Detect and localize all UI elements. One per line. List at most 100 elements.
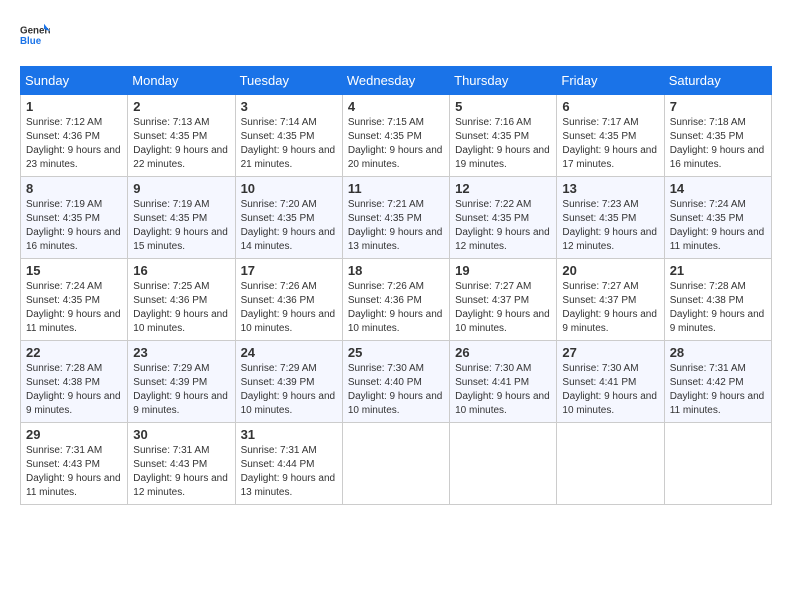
day-number: 26 [455, 345, 551, 360]
day-number: 2 [133, 99, 229, 114]
calendar-day-cell: 14 Sunrise: 7:24 AM Sunset: 4:35 PM Dayl… [664, 177, 771, 259]
weekday-header-wednesday: Wednesday [342, 67, 449, 95]
day-number: 23 [133, 345, 229, 360]
calendar-day-cell: 1 Sunrise: 7:12 AM Sunset: 4:36 PM Dayli… [21, 95, 128, 177]
day-info: Sunrise: 7:18 AM Sunset: 4:35 PM Dayligh… [670, 116, 766, 172]
calendar-day-cell: 12 Sunrise: 7:22 AM Sunset: 4:35 PM Dayl… [450, 177, 557, 259]
day-info: Sunrise: 7:27 AM Sunset: 4:37 PM Dayligh… [562, 280, 658, 336]
calendar-day-cell [664, 423, 771, 505]
day-info: Sunrise: 7:24 AM Sunset: 4:35 PM Dayligh… [26, 280, 122, 336]
day-info: Sunrise: 7:19 AM Sunset: 4:35 PM Dayligh… [133, 198, 229, 254]
weekday-header-row: SundayMondayTuesdayWednesdayThursdayFrid… [21, 67, 772, 95]
calendar-day-cell: 22 Sunrise: 7:28 AM Sunset: 4:38 PM Dayl… [21, 341, 128, 423]
day-info: Sunrise: 7:23 AM Sunset: 4:35 PM Dayligh… [562, 198, 658, 254]
calendar-day-cell: 2 Sunrise: 7:13 AM Sunset: 4:35 PM Dayli… [128, 95, 235, 177]
day-number: 19 [455, 263, 551, 278]
logo: General Blue [20, 20, 54, 50]
weekday-header-saturday: Saturday [664, 67, 771, 95]
day-info: Sunrise: 7:30 AM Sunset: 4:41 PM Dayligh… [562, 362, 658, 418]
calendar-day-cell: 20 Sunrise: 7:27 AM Sunset: 4:37 PM Dayl… [557, 259, 664, 341]
day-number: 12 [455, 181, 551, 196]
day-info: Sunrise: 7:28 AM Sunset: 4:38 PM Dayligh… [26, 362, 122, 418]
day-info: Sunrise: 7:31 AM Sunset: 4:43 PM Dayligh… [133, 444, 229, 500]
day-number: 28 [670, 345, 766, 360]
day-number: 18 [348, 263, 444, 278]
day-number: 8 [26, 181, 122, 196]
calendar-day-cell: 13 Sunrise: 7:23 AM Sunset: 4:35 PM Dayl… [557, 177, 664, 259]
day-info: Sunrise: 7:26 AM Sunset: 4:36 PM Dayligh… [348, 280, 444, 336]
calendar-day-cell: 8 Sunrise: 7:19 AM Sunset: 4:35 PM Dayli… [21, 177, 128, 259]
calendar-week-row: 15 Sunrise: 7:24 AM Sunset: 4:35 PM Dayl… [21, 259, 772, 341]
weekday-header-monday: Monday [128, 67, 235, 95]
calendar-day-cell [450, 423, 557, 505]
calendar-day-cell: 18 Sunrise: 7:26 AM Sunset: 4:36 PM Dayl… [342, 259, 449, 341]
calendar-day-cell [557, 423, 664, 505]
day-number: 5 [455, 99, 551, 114]
calendar-day-cell: 11 Sunrise: 7:21 AM Sunset: 4:35 PM Dayl… [342, 177, 449, 259]
day-info: Sunrise: 7:24 AM Sunset: 4:35 PM Dayligh… [670, 198, 766, 254]
day-number: 11 [348, 181, 444, 196]
day-number: 9 [133, 181, 229, 196]
day-info: Sunrise: 7:31 AM Sunset: 4:42 PM Dayligh… [670, 362, 766, 418]
day-number: 25 [348, 345, 444, 360]
weekday-header-tuesday: Tuesday [235, 67, 342, 95]
day-info: Sunrise: 7:29 AM Sunset: 4:39 PM Dayligh… [241, 362, 337, 418]
day-info: Sunrise: 7:31 AM Sunset: 4:43 PM Dayligh… [26, 444, 122, 500]
day-number: 4 [348, 99, 444, 114]
calendar-day-cell: 25 Sunrise: 7:30 AM Sunset: 4:40 PM Dayl… [342, 341, 449, 423]
weekday-header-sunday: Sunday [21, 67, 128, 95]
svg-text:Blue: Blue [20, 36, 42, 47]
logo-icon: General Blue [20, 20, 50, 50]
day-number: 10 [241, 181, 337, 196]
calendar-day-cell: 15 Sunrise: 7:24 AM Sunset: 4:35 PM Dayl… [21, 259, 128, 341]
day-info: Sunrise: 7:13 AM Sunset: 4:35 PM Dayligh… [133, 116, 229, 172]
calendar-day-cell [342, 423, 449, 505]
calendar-day-cell: 6 Sunrise: 7:17 AM Sunset: 4:35 PM Dayli… [557, 95, 664, 177]
day-info: Sunrise: 7:22 AM Sunset: 4:35 PM Dayligh… [455, 198, 551, 254]
day-number: 6 [562, 99, 658, 114]
calendar-day-cell: 29 Sunrise: 7:31 AM Sunset: 4:43 PM Dayl… [21, 423, 128, 505]
day-info: Sunrise: 7:14 AM Sunset: 4:35 PM Dayligh… [241, 116, 337, 172]
day-number: 15 [26, 263, 122, 278]
calendar-week-row: 1 Sunrise: 7:12 AM Sunset: 4:36 PM Dayli… [21, 95, 772, 177]
calendar-day-cell: 17 Sunrise: 7:26 AM Sunset: 4:36 PM Dayl… [235, 259, 342, 341]
day-info: Sunrise: 7:26 AM Sunset: 4:36 PM Dayligh… [241, 280, 337, 336]
calendar-week-row: 29 Sunrise: 7:31 AM Sunset: 4:43 PM Dayl… [21, 423, 772, 505]
day-info: Sunrise: 7:25 AM Sunset: 4:36 PM Dayligh… [133, 280, 229, 336]
calendar-day-cell: 3 Sunrise: 7:14 AM Sunset: 4:35 PM Dayli… [235, 95, 342, 177]
day-info: Sunrise: 7:30 AM Sunset: 4:40 PM Dayligh… [348, 362, 444, 418]
day-info: Sunrise: 7:15 AM Sunset: 4:35 PM Dayligh… [348, 116, 444, 172]
calendar-day-cell: 10 Sunrise: 7:20 AM Sunset: 4:35 PM Dayl… [235, 177, 342, 259]
day-number: 7 [670, 99, 766, 114]
day-info: Sunrise: 7:30 AM Sunset: 4:41 PM Dayligh… [455, 362, 551, 418]
day-info: Sunrise: 7:29 AM Sunset: 4:39 PM Dayligh… [133, 362, 229, 418]
weekday-header-friday: Friday [557, 67, 664, 95]
calendar-day-cell: 28 Sunrise: 7:31 AM Sunset: 4:42 PM Dayl… [664, 341, 771, 423]
calendar-day-cell: 31 Sunrise: 7:31 AM Sunset: 4:44 PM Dayl… [235, 423, 342, 505]
day-info: Sunrise: 7:28 AM Sunset: 4:38 PM Dayligh… [670, 280, 766, 336]
day-number: 22 [26, 345, 122, 360]
calendar-day-cell: 30 Sunrise: 7:31 AM Sunset: 4:43 PM Dayl… [128, 423, 235, 505]
calendar-day-cell: 4 Sunrise: 7:15 AM Sunset: 4:35 PM Dayli… [342, 95, 449, 177]
calendar-week-row: 8 Sunrise: 7:19 AM Sunset: 4:35 PM Dayli… [21, 177, 772, 259]
day-number: 1 [26, 99, 122, 114]
page-header: General Blue [20, 20, 772, 50]
day-number: 3 [241, 99, 337, 114]
day-info: Sunrise: 7:21 AM Sunset: 4:35 PM Dayligh… [348, 198, 444, 254]
calendar-day-cell: 16 Sunrise: 7:25 AM Sunset: 4:36 PM Dayl… [128, 259, 235, 341]
calendar-day-cell: 9 Sunrise: 7:19 AM Sunset: 4:35 PM Dayli… [128, 177, 235, 259]
day-number: 13 [562, 181, 658, 196]
day-info: Sunrise: 7:31 AM Sunset: 4:44 PM Dayligh… [241, 444, 337, 500]
calendar-week-row: 22 Sunrise: 7:28 AM Sunset: 4:38 PM Dayl… [21, 341, 772, 423]
calendar-day-cell: 5 Sunrise: 7:16 AM Sunset: 4:35 PM Dayli… [450, 95, 557, 177]
calendar-day-cell: 21 Sunrise: 7:28 AM Sunset: 4:38 PM Dayl… [664, 259, 771, 341]
calendar-day-cell: 19 Sunrise: 7:27 AM Sunset: 4:37 PM Dayl… [450, 259, 557, 341]
calendar-day-cell: 27 Sunrise: 7:30 AM Sunset: 4:41 PM Dayl… [557, 341, 664, 423]
day-info: Sunrise: 7:12 AM Sunset: 4:36 PM Dayligh… [26, 116, 122, 172]
calendar-day-cell: 23 Sunrise: 7:29 AM Sunset: 4:39 PM Dayl… [128, 341, 235, 423]
day-info: Sunrise: 7:17 AM Sunset: 4:35 PM Dayligh… [562, 116, 658, 172]
weekday-header-thursday: Thursday [450, 67, 557, 95]
day-info: Sunrise: 7:20 AM Sunset: 4:35 PM Dayligh… [241, 198, 337, 254]
day-number: 17 [241, 263, 337, 278]
day-number: 31 [241, 427, 337, 442]
